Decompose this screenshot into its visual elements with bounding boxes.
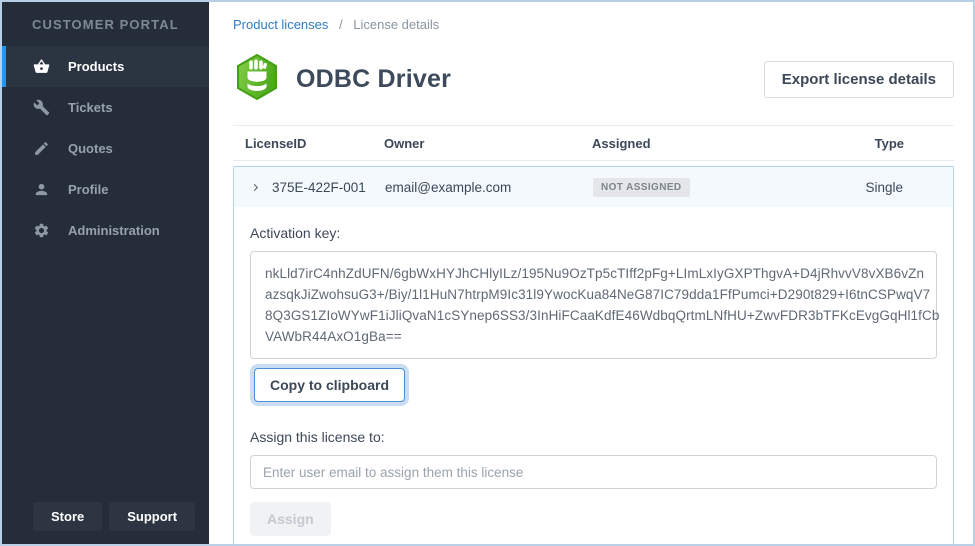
activation-key-line: nkLld7irC4nhZdUFN/6gbWxHYJhCHlyILz/195Nu… [265, 263, 922, 284]
sidebar-item-products[interactable]: Products [2, 46, 209, 87]
copy-to-clipboard-button[interactable]: Copy to clipboard [254, 368, 405, 402]
activation-key-label: Activation key: [250, 225, 937, 241]
activation-key-line: azsqkJiZwohsuG3+/Biy/1l1HuN7htrpM9Ic31l9… [265, 284, 922, 305]
activation-key-box: nkLld7irC4nhZdUFN/6gbWxHYJhCHlyILz/195Nu… [250, 251, 937, 359]
license-table-header: LicenseID Owner Assigned Type [233, 125, 954, 161]
store-button[interactable]: Store [33, 502, 102, 531]
license-id-cell: 375E-422F-001 [234, 180, 373, 195]
assigned-cell: NOT ASSIGNED [581, 178, 793, 197]
breadcrumb-separator: / [339, 17, 343, 32]
activation-key-line: VAWbR44AxO1gBa== [265, 326, 922, 347]
column-header-type: Type [794, 136, 954, 151]
support-button[interactable]: Support [109, 502, 195, 531]
assign-button[interactable]: Assign [250, 502, 331, 536]
page-title: ODBC Driver [296, 65, 451, 94]
type-value: Single [793, 180, 953, 195]
chevron-right-icon[interactable] [250, 181, 262, 193]
basket-icon [32, 58, 50, 76]
license-panel: 375E-422F-001 email@example.com NOT ASSI… [233, 166, 954, 544]
sidebar: CUSTOMER PORTAL Products Tickets Quotes [2, 2, 209, 544]
product-title-group: ODBC Driver [233, 53, 451, 106]
sidebar-nav: Products Tickets Quotes Profile [2, 46, 209, 251]
column-header-licenseid: LicenseID [233, 136, 372, 151]
owner-value: email@example.com [373, 180, 581, 195]
customer-portal-window: CUSTOMER PORTAL Products Tickets Quotes [0, 0, 975, 546]
sidebar-item-administration[interactable]: Administration [2, 210, 209, 251]
column-header-assigned: Assigned [580, 136, 794, 151]
gear-icon [32, 222, 50, 240]
main-content: Product licenses / License details [209, 2, 973, 544]
tools-icon [32, 99, 50, 117]
activation-key-line: 8Q3GS1ZIoWYwF1iJliQvaN1cSYnep6SS3/3InHiF… [265, 305, 922, 326]
status-badge: NOT ASSIGNED [593, 178, 690, 197]
breadcrumb-current: License details [353, 17, 439, 32]
sidebar-item-label: Tickets [68, 100, 113, 115]
page-header: ODBC Driver Export license details [233, 53, 954, 106]
sidebar-item-quotes[interactable]: Quotes [2, 128, 209, 169]
sidebar-item-label: Administration [68, 223, 160, 238]
license-details: Activation key: nkLld7irC4nhZdUFN/6gbWxH… [234, 207, 953, 544]
column-header-owner: Owner [372, 136, 580, 151]
assign-license-label: Assign this license to: [250, 429, 937, 445]
sidebar-footer: Store Support [2, 502, 209, 544]
sidebar-item-label: Profile [68, 182, 108, 197]
odbc-hexagon-icon [233, 53, 281, 106]
license-id-value: 375E-422F-001 [272, 180, 366, 195]
person-icon [32, 181, 50, 199]
breadcrumb: Product licenses / License details [233, 2, 954, 32]
table-row[interactable]: 375E-422F-001 email@example.com NOT ASSI… [234, 167, 953, 207]
sidebar-item-label: Quotes [68, 141, 113, 156]
pencil-icon [32, 140, 50, 158]
sidebar-item-profile[interactable]: Profile [2, 169, 209, 210]
export-license-details-button[interactable]: Export license details [764, 61, 954, 98]
sidebar-item-label: Products [68, 59, 124, 74]
breadcrumb-product-licenses-link[interactable]: Product licenses [233, 17, 328, 32]
sidebar-item-tickets[interactable]: Tickets [2, 87, 209, 128]
sidebar-title: CUSTOMER PORTAL [2, 2, 209, 46]
assign-email-input[interactable] [250, 455, 937, 489]
